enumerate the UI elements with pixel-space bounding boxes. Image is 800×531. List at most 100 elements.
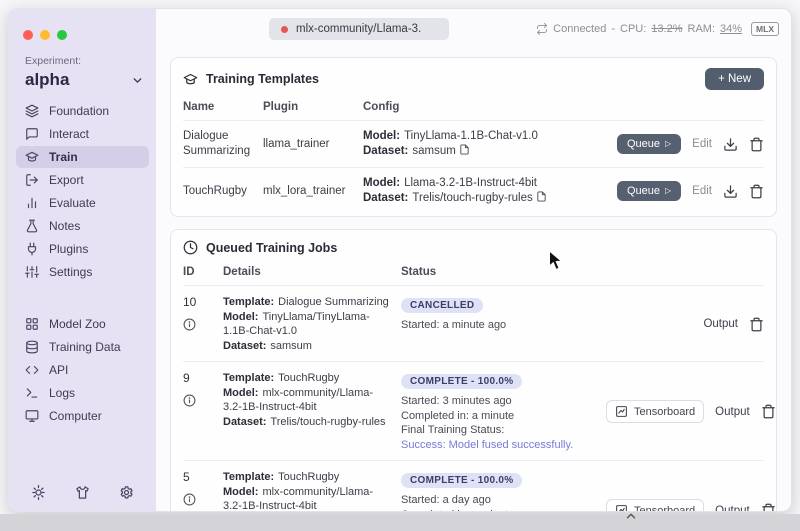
- document-icon[interactable]: [536, 191, 547, 202]
- template-config: Model: Llama-3.2-1B-Instruct-4bit Dataset…: [363, 176, 589, 206]
- sidebar-item-foundation[interactable]: Foundation: [16, 100, 149, 122]
- detail-label: Model:: [223, 310, 259, 323]
- output-button[interactable]: Output: [715, 406, 750, 418]
- status-line: Completed in: a minute: [401, 508, 606, 512]
- download-icon[interactable]: [723, 137, 738, 152]
- detail-value: TouchRugby: [278, 372, 340, 384]
- sidebar-item-plugins[interactable]: Plugins: [16, 238, 149, 260]
- ram-value: 34%: [720, 23, 743, 35]
- experiment-name: alpha: [25, 70, 70, 89]
- sidebar-item-label: Export: [49, 173, 84, 187]
- sidebar-item-label: Evaluate: [49, 196, 96, 210]
- trash-icon[interactable]: [761, 404, 776, 419]
- sidebar-item-model-zoo[interactable]: Model Zoo: [16, 313, 149, 335]
- shirt-icon[interactable]: [75, 485, 90, 500]
- tensorboard-button[interactable]: Tensorboard: [606, 499, 705, 512]
- new-template-button[interactable]: + New: [705, 68, 764, 90]
- edit-button[interactable]: Edit: [692, 185, 712, 197]
- detail-label: Model:: [223, 386, 259, 399]
- detail-value: samsum: [270, 339, 312, 352]
- templates-table-header: Name Plugin Config: [183, 96, 764, 121]
- job-actions: Output: [606, 317, 764, 332]
- sidebar-item-computer[interactable]: Computer: [16, 405, 149, 427]
- tensorboard-label: Tensorboard: [634, 504, 696, 512]
- graduation-cap-icon: [25, 150, 39, 164]
- trash-icon[interactable]: [749, 317, 764, 332]
- sidebar-item-notes[interactable]: Notes: [16, 215, 149, 237]
- detail-value: TouchRugby: [278, 471, 340, 483]
- template-name: Dialogue Summarizing: [183, 130, 251, 157]
- job-actions: Tensorboard Output: [606, 400, 776, 423]
- training-templates-header: Training Templates + New: [183, 68, 764, 90]
- sun-icon[interactable]: [31, 485, 46, 500]
- content: Training Templates + New Name Plugin Con…: [156, 49, 791, 512]
- play-icon: ▷: [665, 139, 672, 148]
- trash-icon[interactable]: [749, 184, 764, 199]
- job-id-cell: 9: [183, 371, 223, 412]
- connection-icon: [536, 23, 548, 35]
- cpu-value: 13.2%: [651, 23, 683, 35]
- sidebar-item-logs[interactable]: Logs: [16, 382, 149, 404]
- tensorboard-label: Tensorboard: [634, 405, 696, 418]
- sidebar-item-label: Model Zoo: [49, 317, 106, 331]
- tensorboard-button[interactable]: Tensorboard: [606, 400, 705, 423]
- sidebar-item-api[interactable]: API: [16, 359, 149, 381]
- job-status: CANCELLED Started: a minute ago: [401, 295, 606, 333]
- info-icon[interactable]: [183, 493, 196, 506]
- secondary-nav: Model Zoo Training Data API Logs Compute…: [9, 313, 156, 427]
- chevron-up-icon[interactable]: [624, 509, 638, 523]
- status-badge: CANCELLED: [401, 298, 484, 313]
- sidebar-item-train[interactable]: Train: [16, 146, 149, 168]
- loaded-model-pill[interactable]: mlx-community/Llama-3.: [269, 18, 450, 40]
- sidebar-item-evaluate[interactable]: Evaluate: [16, 192, 149, 214]
- connected-label: Connected: [553, 23, 607, 35]
- detail-label: Template:: [223, 296, 275, 308]
- output-button[interactable]: Output: [715, 505, 750, 512]
- code-icon: [25, 363, 39, 377]
- info-icon[interactable]: [183, 318, 196, 331]
- model-value: TinyLlama-1.1B-Chat-v1.0: [404, 130, 538, 142]
- status-badge: COMPLETE - 100.0%: [401, 473, 523, 488]
- sidebar-item-training-data[interactable]: Training Data: [16, 336, 149, 358]
- sidebar-item-label: Computer: [49, 409, 102, 423]
- info-icon[interactable]: [183, 394, 196, 407]
- experiment-label: Experiment:: [25, 55, 82, 67]
- detail-value: Dialogue Summarizing: [278, 296, 389, 308]
- topbar: mlx-community/Llama-3. Connected - CPU: …: [156, 9, 791, 49]
- queued-jobs-card: Queued Training Jobs ID Details Status 1…: [170, 229, 777, 512]
- minimize-window-button[interactable]: [40, 30, 50, 40]
- output-button[interactable]: Output: [703, 318, 738, 330]
- template-row: TouchRugby mlx_lora_trainer Model: Llama-…: [183, 168, 764, 214]
- queue-button[interactable]: Queue ▷: [616, 134, 682, 154]
- dataset-value: samsum: [412, 145, 456, 157]
- trash-icon[interactable]: [749, 137, 764, 152]
- chevron-down-icon: [131, 74, 144, 87]
- status-line: Started: a minute ago: [401, 319, 507, 331]
- trash-icon[interactable]: [761, 503, 776, 511]
- document-icon[interactable]: [459, 144, 470, 155]
- job-details: Template: TouchRugby Model: mlx-community/…: [223, 371, 401, 429]
- job-id: 5: [183, 470, 190, 484]
- close-window-button[interactable]: [23, 30, 33, 40]
- download-icon[interactable]: [723, 184, 738, 199]
- job-status: COMPLETE - 100.0% Started: 3 minutes ago…: [401, 371, 606, 452]
- zoom-window-button[interactable]: [57, 30, 67, 40]
- dataset-label: Dataset:: [363, 192, 409, 204]
- sidebar-item-label: API: [49, 363, 69, 377]
- sidebar-item-export[interactable]: Export: [16, 169, 149, 191]
- gear-icon[interactable]: [119, 485, 134, 500]
- queue-label: Queue: [626, 185, 661, 197]
- queue-button[interactable]: Queue ▷: [616, 181, 682, 201]
- sidebar-item-settings[interactable]: Settings: [16, 261, 149, 283]
- sidebar-item-label: Notes: [49, 219, 81, 233]
- sidebar-item-label: Settings: [49, 265, 93, 279]
- job-details: Template: Dialogue Summarizing Model: Tiny…: [223, 295, 401, 353]
- layers-icon: [25, 104, 39, 118]
- sidebar-item-interact[interactable]: Interact: [16, 123, 149, 145]
- experiment-selector[interactable]: alpha: [25, 70, 144, 90]
- detail-label: Dataset:: [223, 339, 267, 352]
- section-title: Training Templates: [206, 72, 319, 86]
- cpu-label: CPU:: [620, 23, 647, 35]
- edit-button[interactable]: Edit: [692, 138, 712, 150]
- model-status-dot-icon: [281, 25, 288, 33]
